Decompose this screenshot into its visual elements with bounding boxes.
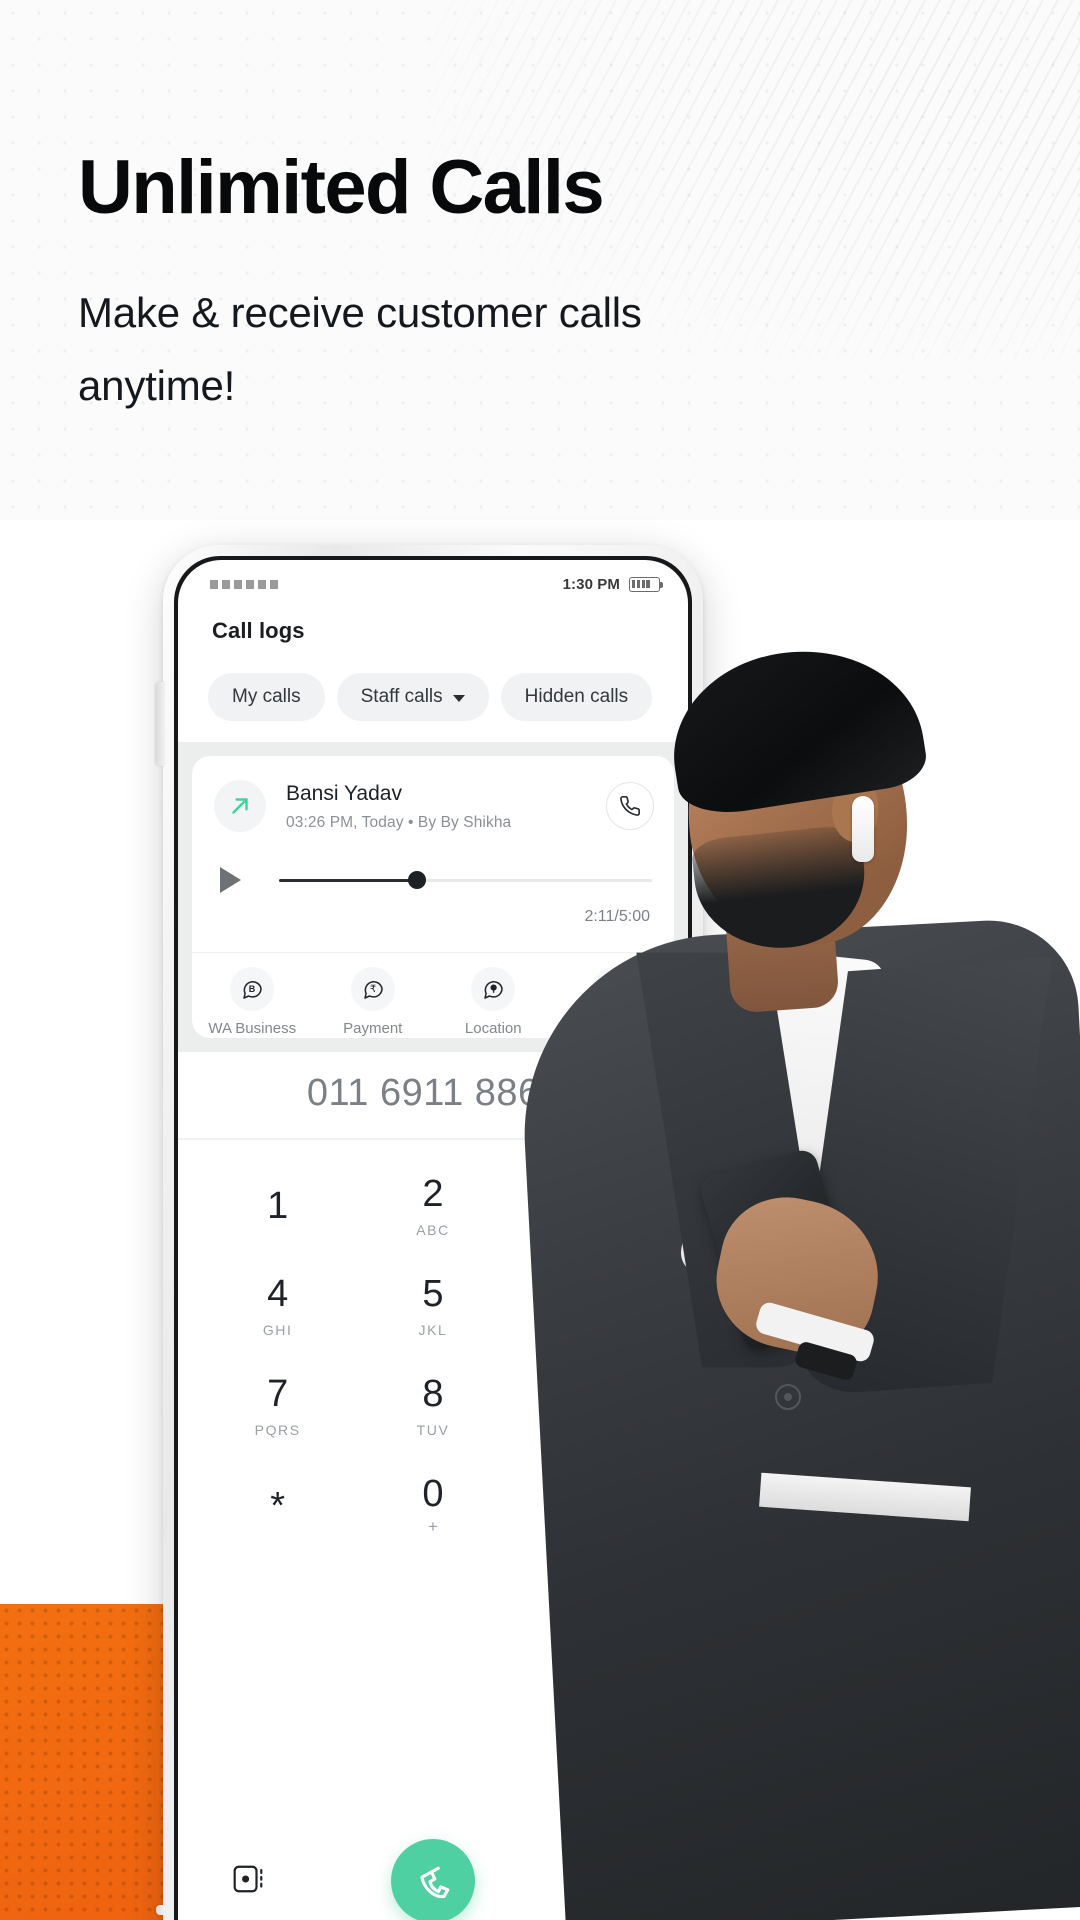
signal-dot-icon bbox=[246, 579, 254, 589]
svg-text:₹: ₹ bbox=[370, 984, 376, 995]
location-bubble-icon bbox=[471, 967, 516, 1011]
key-letters: GHI bbox=[262, 1321, 293, 1338]
battery-icon bbox=[629, 576, 663, 592]
dialpad-key-5[interactable]: 5 JKL bbox=[355, 1260, 510, 1352]
signal-dot-icon bbox=[234, 579, 242, 589]
key-letters: + bbox=[428, 1517, 438, 1536]
key-letters: JKL bbox=[418, 1321, 448, 1338]
chip-staff-calls[interactable]: Staff calls bbox=[336, 673, 489, 721]
status-bar-time: 1:30 PM bbox=[562, 575, 620, 593]
signal-dot-icon bbox=[258, 579, 266, 589]
contacts-card-icon[interactable] bbox=[232, 1864, 266, 1899]
dialpad-key-star[interactable]: * bbox=[200, 1460, 355, 1552]
outgoing-call-arrow-icon bbox=[214, 780, 266, 832]
hero-person-photo bbox=[520, 600, 1080, 1920]
progress-knob[interactable] bbox=[408, 871, 426, 889]
key-letters: ABC bbox=[416, 1221, 450, 1238]
action-label: Location bbox=[464, 1020, 522, 1037]
svg-text:B: B bbox=[249, 984, 256, 994]
signal-dot-icon bbox=[222, 579, 230, 589]
dialpad-key-0[interactable]: 0 + bbox=[355, 1460, 510, 1552]
signal-dot-icon bbox=[210, 579, 218, 589]
key-digit: 4 bbox=[267, 1272, 289, 1315]
dialpad-key-2[interactable]: 2 ABC bbox=[355, 1160, 510, 1252]
page-subtitle: Make & receive customer calls anytime! bbox=[78, 289, 642, 409]
action-wa-business[interactable]: B WA Business bbox=[192, 967, 313, 1037]
play-icon[interactable] bbox=[220, 867, 241, 893]
action-payment[interactable]: ₹ Payment bbox=[313, 967, 434, 1037]
call-handset-icon[interactable] bbox=[391, 1839, 475, 1920]
key-digit: 2 bbox=[422, 1172, 444, 1215]
action-label: WA Business bbox=[208, 1020, 297, 1037]
dialpad-key-8[interactable]: 8 TUV bbox=[355, 1360, 510, 1452]
status-bar-right: 1:30 PM bbox=[562, 575, 663, 593]
person-earbud bbox=[852, 796, 874, 862]
key-digit: 7 bbox=[267, 1372, 289, 1415]
page-title: Unlimited Calls bbox=[78, 145, 605, 230]
chip-my-calls[interactable]: My calls bbox=[208, 673, 325, 721]
chip-label: My calls bbox=[232, 686, 301, 707]
person-suit-button bbox=[775, 1384, 801, 1410]
signal-dot-icon bbox=[270, 579, 278, 589]
chip-label: Staff calls bbox=[360, 686, 443, 707]
key-digit: 8 bbox=[422, 1372, 444, 1415]
payment-bubble-icon: ₹ bbox=[350, 967, 395, 1011]
phone-side-button bbox=[156, 682, 165, 766]
key-letters: TUV bbox=[416, 1421, 450, 1438]
dialpad-key-4[interactable]: 4 GHI bbox=[200, 1260, 355, 1352]
screen-title: Call logs bbox=[212, 618, 305, 643]
key-letters: PQRS bbox=[254, 1421, 301, 1438]
key-digit: 0 bbox=[422, 1473, 444, 1515]
whatsapp-business-bubble-icon: B bbox=[230, 967, 275, 1011]
phone-side-button-lower bbox=[156, 1905, 165, 1915]
dialpad-key-7[interactable]: 7 PQRS bbox=[200, 1360, 355, 1452]
status-bar-signal-dots bbox=[210, 579, 278, 589]
key-digit: * bbox=[270, 1485, 286, 1527]
key-digit: 1 bbox=[267, 1185, 289, 1227]
key-digit: 5 bbox=[422, 1272, 444, 1315]
progress-fill bbox=[279, 878, 417, 882]
action-label: Payment bbox=[343, 1020, 403, 1037]
chevron-down-icon bbox=[452, 695, 465, 702]
orange-accent-block bbox=[0, 1604, 170, 1920]
dialpad-key-1[interactable]: 1 bbox=[200, 1160, 355, 1252]
